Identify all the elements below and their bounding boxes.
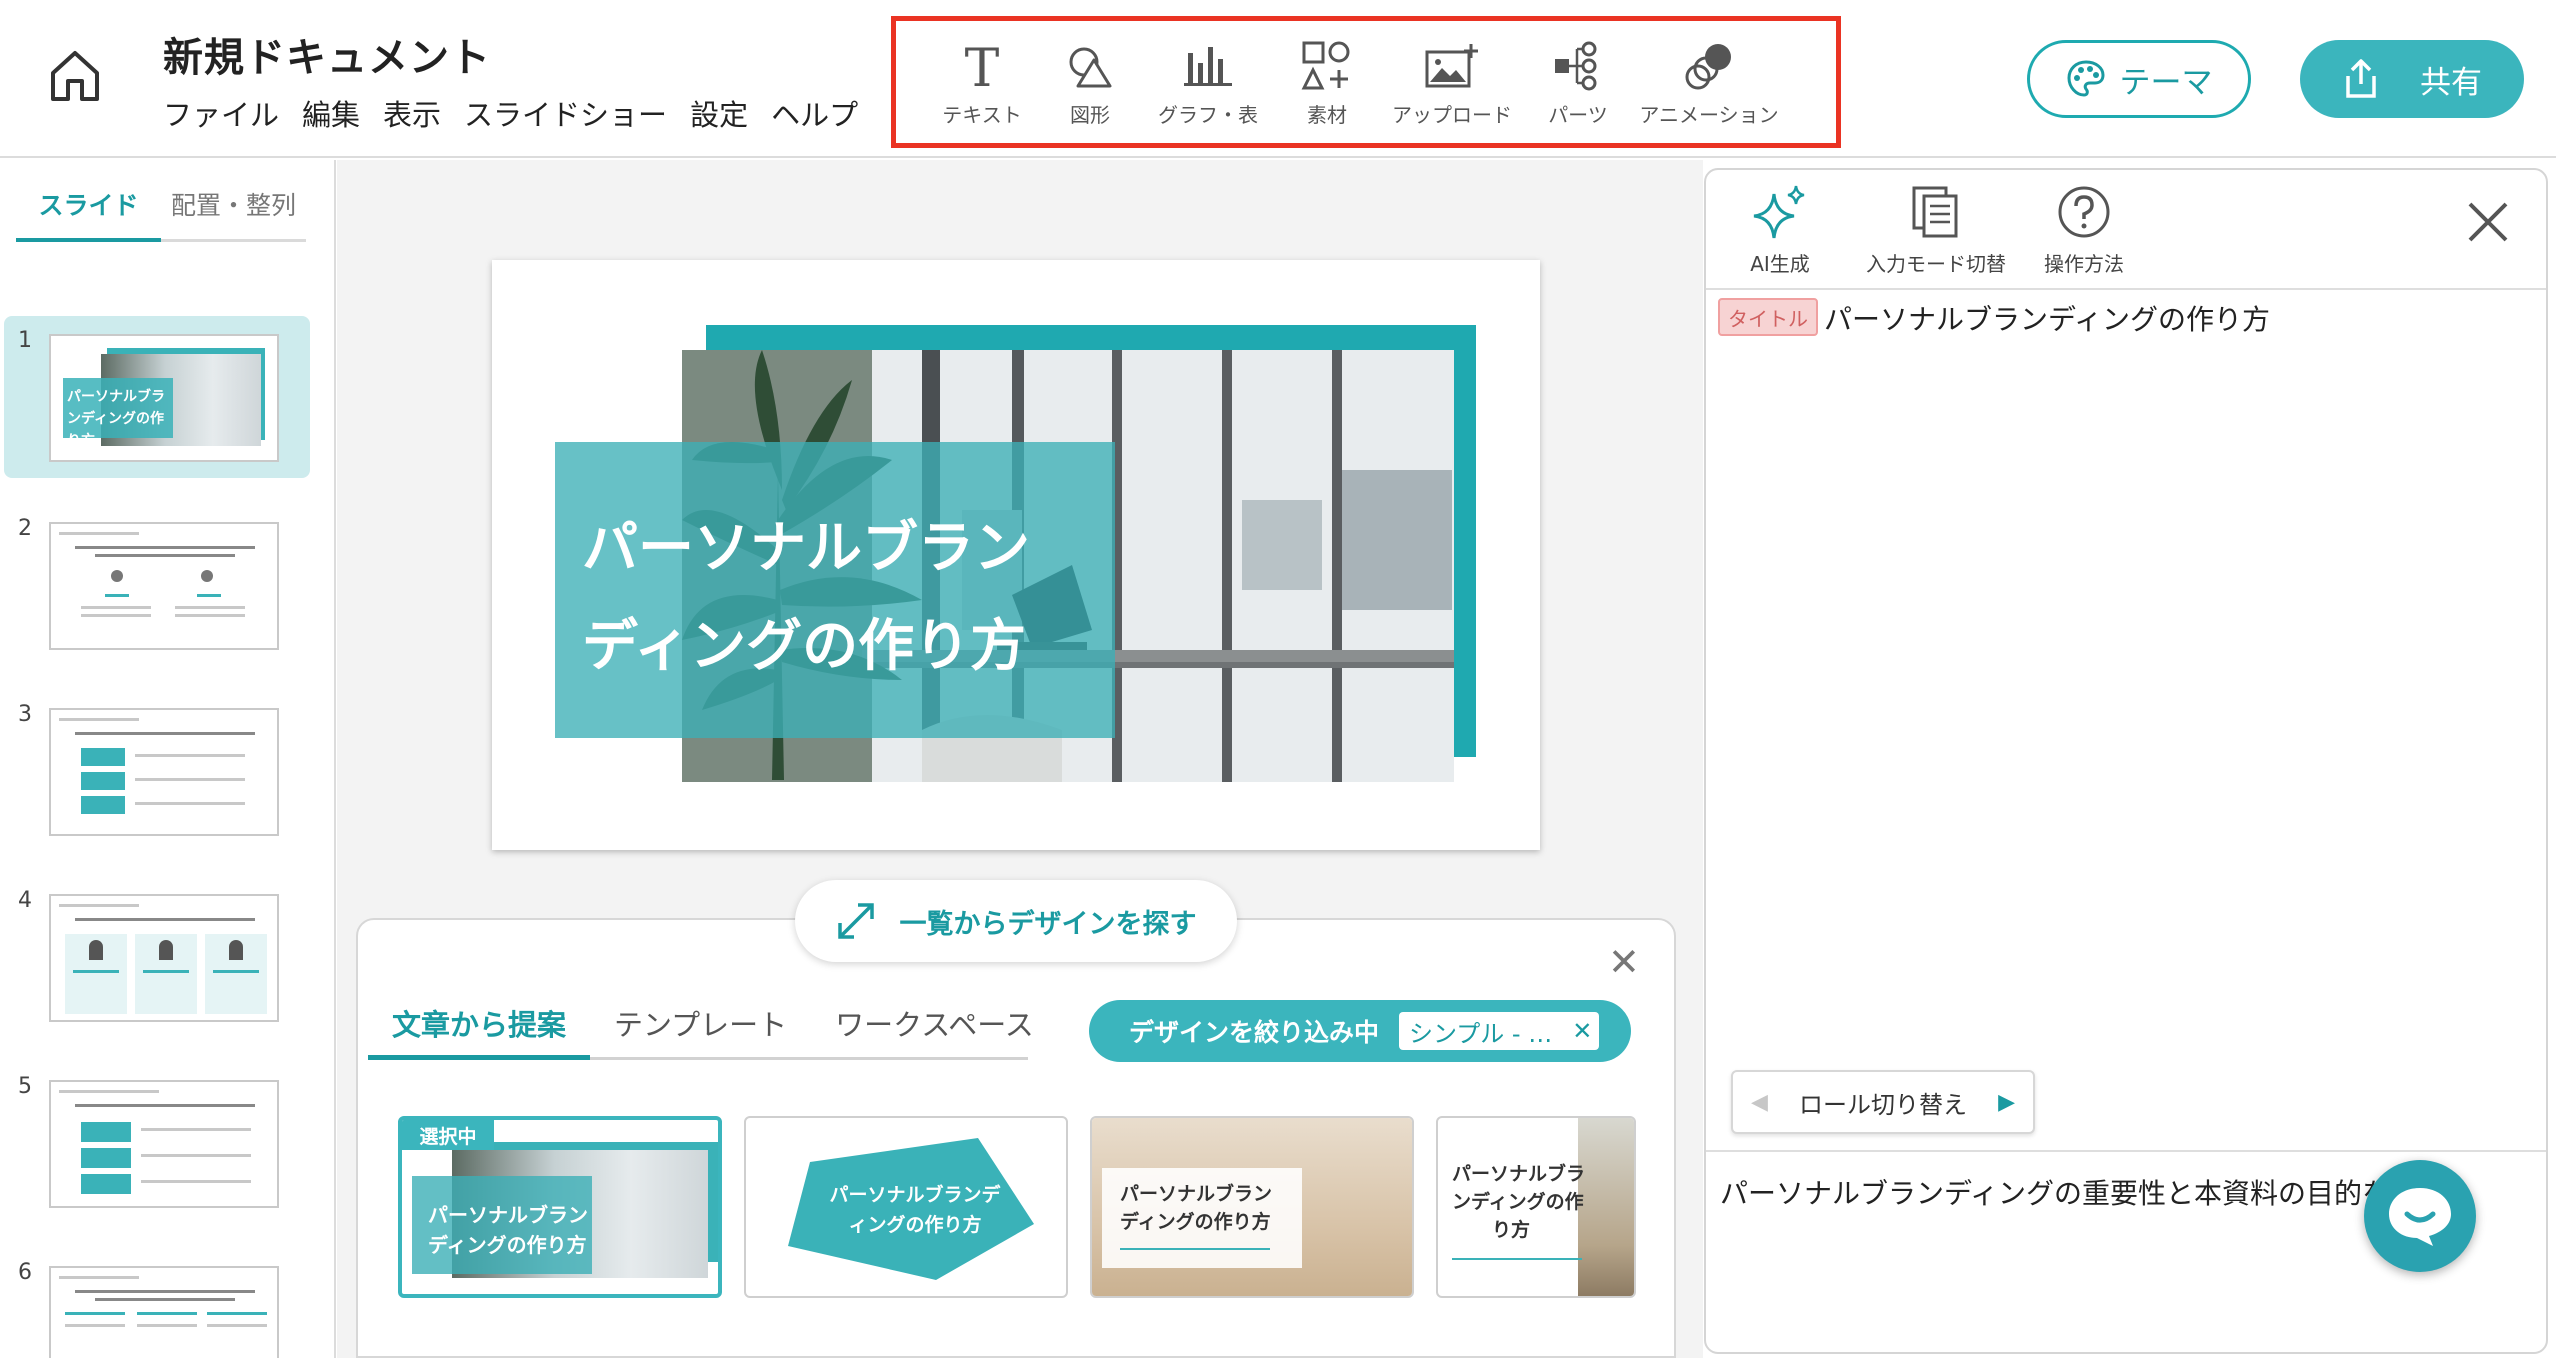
shape-icon (1069, 47, 1112, 87)
document-title[interactable]: 新規ドキュメント (163, 25, 491, 83)
tab-suggest-from-text[interactable]: 文章から提案 (368, 1002, 591, 1060)
home-button[interactable] (40, 40, 110, 110)
tab-slides[interactable]: スライド (16, 180, 161, 242)
copy-doc-icon (1912, 186, 1958, 238)
slide-thumbnail-2[interactable]: 2 (4, 504, 310, 666)
slide-thumbnail-1[interactable]: 1 パーソナルブランディングの作り方 (4, 316, 310, 478)
chat-support-button[interactable] (2364, 1160, 2476, 1272)
slide-thumbnail-image (49, 522, 279, 650)
card-4-title: パーソナルブラ ンディングの作 り方 (1452, 1163, 1586, 1241)
tool-shape[interactable]: 図形 (1036, 37, 1144, 128)
design-card-4[interactable]: パーソナルブラ ンディングの作 り方 (1436, 1116, 1636, 1298)
slide-thumbnail-5[interactable]: 5 (4, 1062, 310, 1224)
slide-thumbnail-6[interactable]: 6 (4, 1248, 310, 1358)
animation-icon (1685, 43, 1731, 89)
divider (1706, 288, 2546, 290)
close-icon (2468, 202, 2508, 242)
tool-animation[interactable]: アニメーション (1634, 37, 1784, 128)
expand-arrows-icon (837, 903, 874, 939)
filter-label: デザインを絞り込み中 (1129, 1018, 1380, 1047)
design-tabs: 文章から提案 テンプレート ワークスペース (368, 1002, 1034, 1060)
input-mode-toggle-button[interactable]: 入力モード切替 (1866, 184, 2006, 277)
slide-thumbnail-image: パーソナルブランディングの作り方 (49, 334, 279, 462)
slide-thumbnail-image (49, 894, 279, 1022)
design-card-1[interactable]: 選択中 パーソナルブラン ディングの作り方 (398, 1116, 722, 1298)
upload-image-icon (1425, 43, 1478, 87)
left-panel-tabs: スライド 配置・整列 (16, 180, 306, 242)
divider (1706, 1150, 2546, 1152)
design-panel-close-icon[interactable]: ✕ (1608, 940, 1640, 984)
design-suggestion-panel: ✕ 文章から提案 テンプレート ワークスペース デザインを絞り込み中 シンプル … (356, 918, 1676, 1358)
browse-designs-label: 一覧からデザインを探す (899, 908, 1197, 940)
insert-toolbar: T テキスト 図形 グラフ・表 素材 アップロード パーツ アニメーション (891, 16, 1841, 148)
role-switch-control[interactable]: ◀ ロール切り替え ▶ (1731, 1070, 2035, 1134)
chat-icon (2389, 1188, 2451, 1246)
selected-badge: 選択中 (402, 1120, 494, 1150)
tool-parts[interactable]: パーツ (1522, 37, 1634, 128)
slide-title[interactable]: パーソナルブラン ディングの作り方 (582, 500, 1102, 696)
design-card-2[interactable]: パーソナルブランデ ィングの作り方 (744, 1116, 1068, 1298)
card-2-title: パーソナルブランデ ィングの作り方 (829, 1184, 1001, 1236)
tool-chart[interactable]: グラフ・表 (1144, 37, 1272, 128)
filter-tag-label: シンプル - … (1409, 1019, 1553, 1048)
theme-button[interactable]: テーマ (2027, 40, 2251, 118)
slide-thumbnail-image (49, 1266, 279, 1358)
role-prev-icon[interactable]: ◀ (1751, 1090, 1768, 1115)
parts-icon (1555, 41, 1597, 90)
app-header: 新規ドキュメント ファイル 編集 表示 スライドショー 設定 ヘルプ T テキス… (0, 0, 2556, 158)
menu-help[interactable]: ヘルプ (771, 92, 858, 134)
tab-arrange[interactable]: 配置・整列 (161, 180, 306, 239)
palette-icon (2066, 60, 2105, 97)
tab-templates[interactable]: テンプレート (590, 1002, 811, 1057)
slide-thumbnail-image (49, 708, 279, 836)
role-switch-label: ロール切り替え (1799, 1090, 1967, 1119)
share-label: 共有 (2420, 64, 2482, 101)
menu-view[interactable]: 表示 (383, 92, 441, 134)
slide-title-line-2: ディングの作り方 (582, 614, 1027, 679)
svg-text:T: T (965, 40, 1000, 92)
menu-bar: ファイル 編集 表示 スライドショー 設定 ヘルプ (163, 92, 881, 134)
title-input-text[interactable]: パーソナルブランディングの作り方 (1824, 298, 2270, 338)
body-input-text[interactable]: パーソナルブランディングの重要性と本資料の目的を紹 (1720, 1172, 2380, 1212)
home-icon (51, 51, 99, 101)
assets-icon (1301, 41, 1350, 89)
share-icon (2346, 59, 2376, 98)
slide-thumbnail-4[interactable]: 4 (4, 876, 310, 1038)
menu-file[interactable]: ファイル (163, 92, 279, 134)
role-next-icon[interactable]: ▶ (1998, 1090, 2015, 1115)
filter-remove-icon[interactable]: ✕ (1572, 1017, 1592, 1045)
tool-assets[interactable]: 素材 (1272, 37, 1382, 128)
text-icon: T (965, 40, 1000, 92)
design-filter-button[interactable]: デザインを絞り込み中 シンプル - … ✕ (1089, 1000, 1631, 1062)
browse-designs-button[interactable]: 一覧からデザインを探す (795, 880, 1237, 962)
title-role-tag: タイトル (1718, 298, 1818, 336)
slide-thumbnail-3[interactable]: 3 (4, 690, 310, 852)
menu-edit[interactable]: 編集 (302, 92, 360, 134)
menu-slideshow[interactable]: スライドショー (464, 92, 667, 134)
design-card-3[interactable]: パーソナルブラン ディングの作り方 (1090, 1116, 1414, 1298)
tab-workspace[interactable]: ワークスペース (811, 1002, 1058, 1057)
theme-label: テーマ (2119, 64, 2213, 101)
slide-thumbnail-image (49, 1080, 279, 1208)
tool-text[interactable]: T テキスト (928, 37, 1036, 128)
filter-tag[interactable]: シンプル - … ✕ (1399, 1012, 1600, 1050)
card-3-title: パーソナルブラン ディングの作り方 (1120, 1183, 1273, 1233)
help-icon (2058, 186, 2110, 238)
chart-icon (1184, 46, 1232, 86)
slide-list-panel: スライド 配置・整列 1 パーソナルブランディングの作り方 2 3 4 5 6 (0, 160, 336, 1358)
share-button[interactable]: 共有 (2300, 40, 2524, 118)
ai-generate-button[interactable]: AI生成 (1750, 184, 1810, 277)
help-button[interactable]: 操作方法 (2044, 184, 2124, 277)
menu-settings[interactable]: 設定 (690, 92, 748, 134)
close-panel-button[interactable] (2466, 200, 2510, 248)
card-1-title: パーソナルブラン ディングの作り方 (428, 1203, 588, 1257)
sparkle-icon (1753, 185, 1805, 239)
tool-upload[interactable]: アップロード (1382, 37, 1522, 128)
slide-title-line-1: パーソナルブラン (582, 516, 1030, 581)
